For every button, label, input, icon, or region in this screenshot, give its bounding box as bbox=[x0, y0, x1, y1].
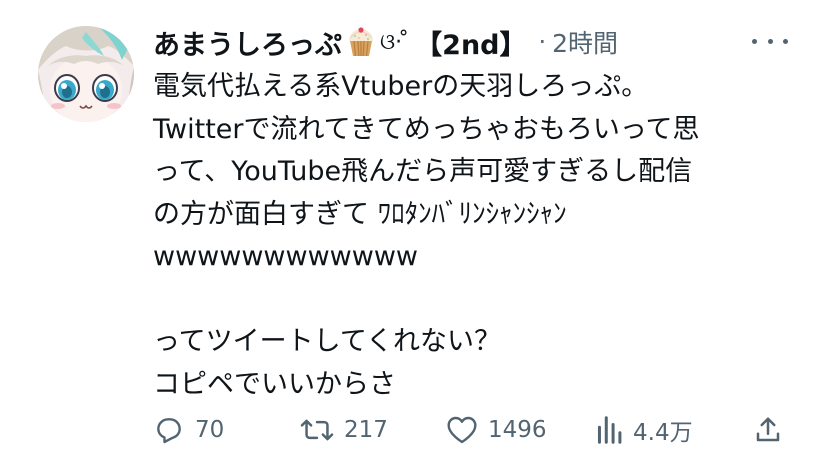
tweet-line: の方が面白すぎて ﾜﾛﾀﾝﾊﾞﾘﾝｼｬﾝｼｬﾝ bbox=[153, 198, 567, 230]
more-options-icon[interactable] bbox=[752, 34, 788, 48]
tweet-line: 電気代払える系Vtuberの天羽しろっぷ。 bbox=[153, 71, 649, 102]
tweet-line: wwwwwwwwwwww bbox=[153, 241, 418, 272]
retweet-icon bbox=[300, 419, 334, 441]
share-button[interactable] bbox=[753, 408, 783, 452]
like-button[interactable]: 1496 bbox=[446, 408, 547, 452]
retweet-count: 217 bbox=[344, 417, 388, 443]
display-name[interactable]: あまうしろっぷ bbox=[153, 23, 342, 62]
avatar-image bbox=[38, 26, 134, 122]
views-button[interactable]: 4.4万 bbox=[595, 408, 693, 452]
tweet-line: って、YouTube飛んだら声可愛すぎるし配信 bbox=[153, 156, 693, 187]
like-count: 1496 bbox=[488, 417, 547, 443]
share-icon bbox=[756, 417, 780, 442]
name-kaomoji: ଓ· ̊ bbox=[380, 29, 410, 55]
separator-dot: · bbox=[538, 28, 547, 56]
avatar[interactable] bbox=[38, 26, 134, 122]
tweet[interactable]: あまうしろっぷ ଓ· ̊ 【2nd】 · 2時間 電気代払える系Vtuberの天… bbox=[0, 0, 828, 470]
tweet-header: あまうしろっぷ ଓ· ̊ 【2nd】 · 2時間 bbox=[153, 22, 618, 62]
views-count: 4.4万 bbox=[633, 420, 693, 446]
timestamp[interactable]: 2時間 bbox=[552, 24, 618, 60]
reply-icon bbox=[157, 418, 181, 444]
tweet-line: ってツイートしてくれない？ bbox=[153, 326, 502, 357]
tweet-text: 電気代払える系Vtuberの天羽しろっぷ。 Twitterで流れてきてめっちゃお… bbox=[153, 66, 793, 406]
tweet-actions: 70 217 1496 4.4万 bbox=[153, 408, 793, 452]
reply-count: 70 bbox=[195, 417, 225, 443]
views-icon bbox=[597, 416, 622, 444]
heart-icon bbox=[447, 416, 477, 444]
name-tag: 【2nd】 bbox=[415, 29, 527, 61]
cupcake-icon bbox=[344, 25, 378, 59]
tweet-line: コピペでいいからさ bbox=[153, 368, 396, 400]
reply-button[interactable]: 70 bbox=[153, 408, 224, 452]
tweet-line: Twitterで流れてきてめっちゃおもろいって思 bbox=[153, 113, 700, 145]
retweet-button[interactable]: 217 bbox=[300, 408, 388, 452]
